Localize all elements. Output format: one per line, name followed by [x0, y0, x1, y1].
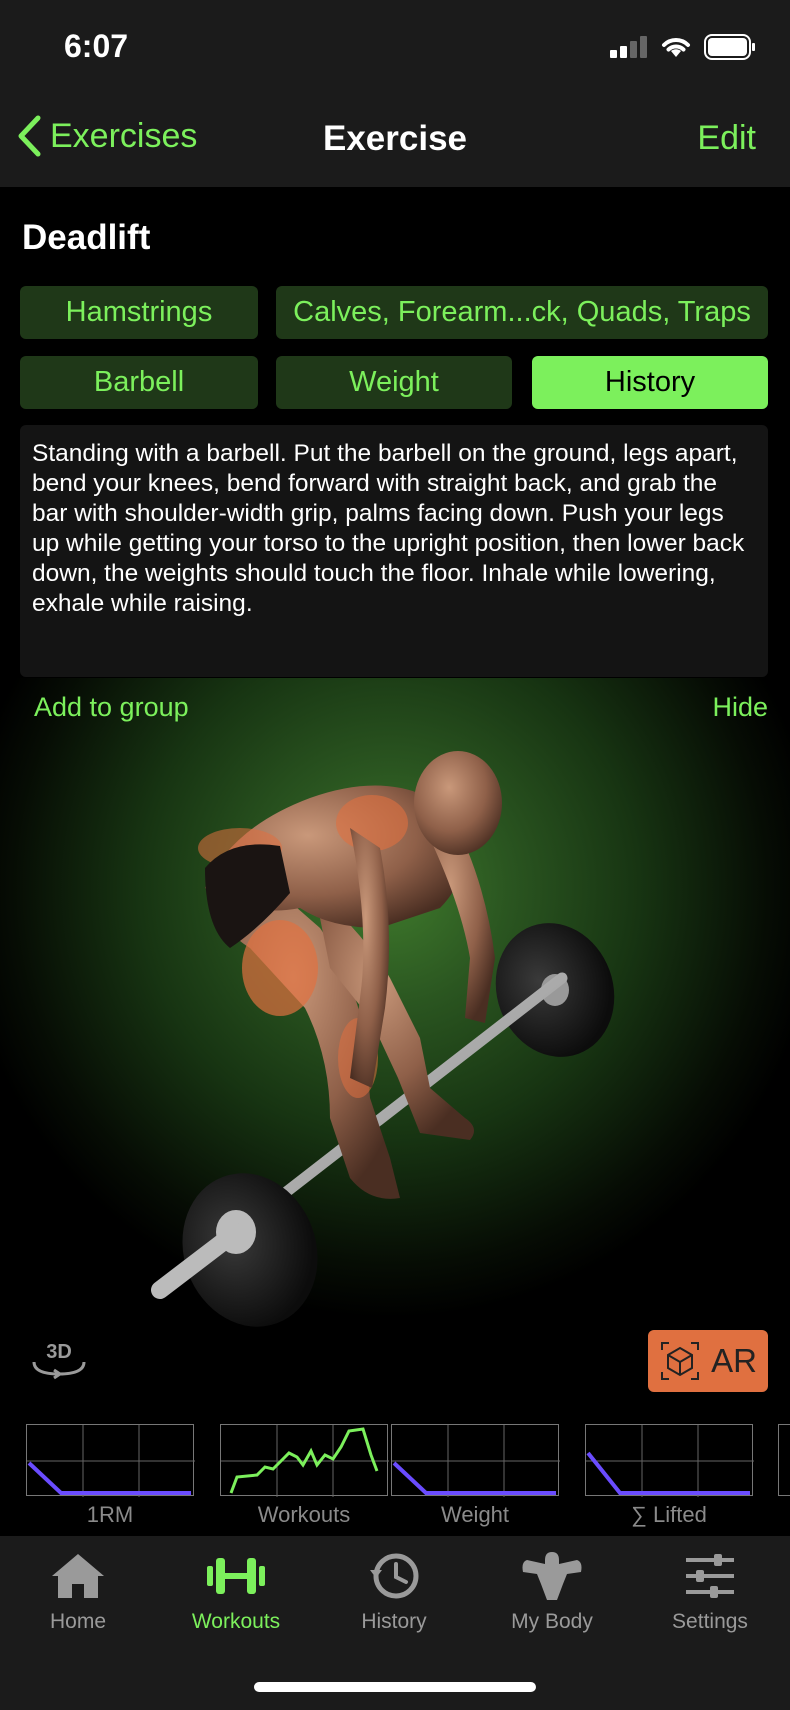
dumbbell-icon [207, 1558, 265, 1594]
tab-history-label: History [361, 1610, 427, 1633]
lifted-label: ∑ Lifted [631, 1502, 707, 1527]
type-chip[interactable]: Weight [276, 356, 512, 409]
tab-settings[interactable]: Settings [645, 1550, 775, 1634]
muscle-body-icon [522, 1552, 582, 1600]
svg-text:3D: 3D [46, 1341, 72, 1363]
equipment-chip[interactable]: Barbell [20, 356, 258, 409]
battery-icon [704, 34, 755, 60]
workouts-chart[interactable] [220, 1424, 389, 1497]
back-label: Exercises [50, 116, 198, 155]
tab-history[interactable]: History [329, 1550, 459, 1634]
clock-history-icon [370, 1553, 419, 1599]
3d-viewer[interactable]: Add to group Hide 3D AR [0, 678, 790, 1410]
ar-button[interactable]: AR [648, 1330, 768, 1392]
exercise-title: Deadlift [22, 218, 151, 257]
lifted-chart-graph [586, 1425, 754, 1497]
status-time: 6:07 [64, 28, 129, 64]
sliders-icon [686, 1554, 734, 1598]
exercise-description: Standing with a barbell. Put the barbell… [32, 440, 745, 617]
weight-chart-graph [392, 1425, 560, 1497]
workouts-chart-graph [221, 1425, 389, 1497]
tab-my-body[interactable]: My Body [487, 1550, 617, 1634]
status-bar: 6:07 [0, 0, 790, 95]
tab-my-body-label: My Body [511, 1610, 593, 1633]
wifi-icon [662, 38, 690, 57]
tab-home-label: Home [49, 1610, 107, 1633]
1rm-label: 1RM [86, 1502, 134, 1527]
history-button[interactable]: History [532, 356, 768, 409]
primary-muscle-chip[interactable]: Hamstrings [20, 286, 258, 339]
secondary-muscles-chip[interactable]: Calves, Forearm...ck, Quads, Traps [276, 286, 768, 339]
3d-rotate-icon[interactable]: 3D [28, 1338, 90, 1380]
ar-cube-icon [661, 1342, 700, 1380]
description-box: Standing with a barbell. Put the barbell… [20, 425, 768, 677]
1rm-chart-graph [27, 1425, 195, 1497]
house-icon [52, 1554, 104, 1598]
tab-settings-label: Settings [672, 1610, 748, 1633]
1rm-chart[interactable] [26, 1424, 195, 1497]
chevron-left-icon [18, 115, 41, 157]
deadlift-figure-illustration [151, 751, 615, 1327]
home-indicator[interactable] [254, 1682, 536, 1692]
next-chart-partial[interactable] [778, 1424, 790, 1496]
ar-label: AR [711, 1342, 757, 1379]
edit-button[interactable]: Edit [697, 119, 756, 158]
tab-home[interactable]: Home [13, 1550, 143, 1634]
status-icons [610, 34, 756, 60]
weight-chart[interactable] [391, 1424, 560, 1497]
signal-icon [610, 36, 647, 58]
navigation-bar: Exercises Exercise Edit [0, 95, 790, 187]
lifted-chart[interactable] [585, 1424, 754, 1497]
tab-workouts[interactable]: Workouts [171, 1550, 301, 1634]
workouts-label: Workouts [257, 1502, 351, 1527]
back-button[interactable]: Exercises [16, 115, 197, 157]
tab-workouts-label: Workouts [191, 1610, 281, 1633]
weight-label: Weight [440, 1502, 510, 1527]
